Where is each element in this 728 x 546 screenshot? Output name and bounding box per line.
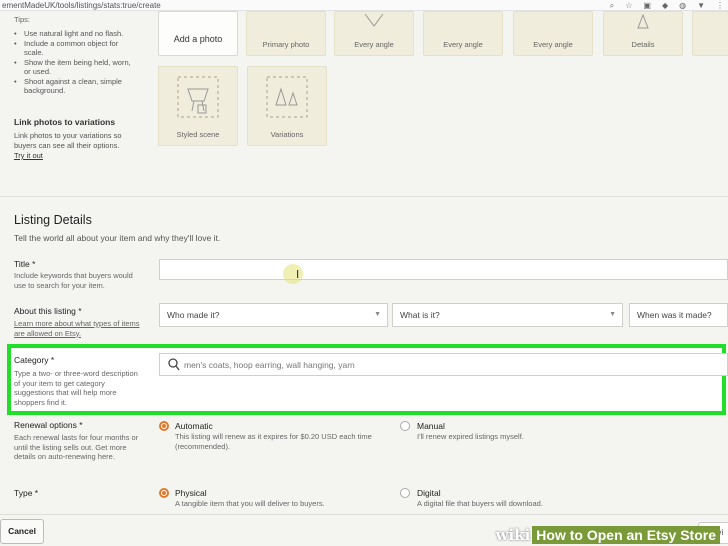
renewal-automatic-desc: This listing will renew as it expires fo…: [175, 432, 372, 451]
when-made-select[interactable]: When was it made?: [629, 303, 728, 327]
watermark-title: How to Open an Etsy Store: [532, 526, 720, 544]
category-label: Category *: [14, 355, 55, 365]
listing-details-subheading: Tell the world all about your item and w…: [14, 233, 221, 243]
who-made-it-value: Who made it?: [167, 310, 220, 320]
type-digital-label: Digital: [417, 488, 441, 498]
link-photos-text: Link photos to your variations so buyers…: [14, 131, 122, 150]
photo-slot-caption: Every angle: [443, 40, 483, 49]
variations-icon: [266, 76, 308, 118]
photo-slot-every-angle-2[interactable]: Every angle: [423, 11, 503, 56]
angle-icon: [364, 14, 384, 27]
cancel-button[interactable]: Cancel: [0, 519, 44, 544]
photo-tips: Tips: Use natural light and no flash. In…: [14, 15, 134, 96]
photo-slot-extra[interactable]: [692, 11, 728, 56]
about-learn-more-link[interactable]: Learn more about what types of items are…: [14, 319, 142, 338]
extension-icon-2[interactable]: ◆: [662, 0, 668, 11]
browser-toolbar-icons: ⌕ ☆ ▣ ◆ ◍ ▼ ⋮: [610, 0, 724, 11]
type-digital-desc: A digital file that buyers will download…: [417, 499, 543, 508]
tips-label: Tips:: [14, 15, 30, 24]
type-label: Type *: [14, 488, 39, 498]
try-it-out-link[interactable]: Try it out: [14, 151, 134, 161]
category-placeholder: men's coats, hoop earring, wall hanging,…: [184, 360, 355, 370]
photo-slot-styled-scene[interactable]: Styled scene: [158, 66, 238, 146]
photo-slot-every-angle[interactable]: Every angle: [334, 11, 414, 56]
watermark-wiki: wiki: [495, 526, 531, 544]
title-label: Title *: [14, 259, 36, 269]
photo-slot-caption: Details: [631, 40, 655, 49]
category-desc: Type a two- or three-word description of…: [14, 369, 138, 407]
renewal-automatic-radio[interactable]: [159, 421, 169, 431]
extension-icon[interactable]: ▣: [643, 0, 651, 11]
click-indicator: [283, 264, 303, 284]
photo-slot-details[interactable]: Details: [603, 11, 683, 56]
photo-slot-variations[interactable]: Variations: [247, 66, 327, 146]
photo-slot-caption: Variations: [270, 130, 304, 139]
tip-item: Use natural light and no flash.: [14, 29, 134, 39]
section-divider: [0, 196, 728, 197]
category-search-input[interactable]: men's coats, hoop earring, wall hanging,…: [159, 353, 728, 376]
tips-list: Use natural light and no flash. Include …: [14, 29, 134, 96]
photo-slot-caption: Every angle: [533, 40, 573, 49]
title-desc: Include keywords that buyers would use t…: [14, 271, 133, 290]
photo-slot-caption: Styled scene: [176, 130, 220, 139]
browser-address-bar[interactable]: ementMadeUK/tools/listings/stats:true/cr…: [0, 0, 728, 11]
styled-scene-icon: [177, 76, 219, 118]
renewal-manual-label: Manual: [417, 421, 445, 431]
tip-item: Include a common object for scale.: [14, 39, 134, 58]
type-digital-radio[interactable]: [400, 488, 410, 498]
photo-slot-caption: Every angle: [354, 40, 394, 49]
photo-slot-primary[interactable]: Primary photo: [246, 11, 326, 56]
chevron-down-icon: ▼: [609, 311, 616, 318]
tip-item: Shoot against a clean, simple background…: [14, 77, 134, 96]
type-physical-label: Physical: [175, 488, 207, 498]
star-icon[interactable]: ☆: [625, 0, 632, 11]
add-photo-button[interactable]: Add a photo: [158, 11, 238, 56]
renewal-manual-desc: I'll renew expired listings myself.: [417, 432, 524, 441]
type-physical-desc: A tangible item that you will deliver to…: [175, 499, 325, 508]
type-physical-radio[interactable]: [159, 488, 169, 498]
cone-icon: [637, 14, 649, 29]
title-input[interactable]: [159, 259, 728, 280]
what-is-it-value: What is it?: [400, 310, 440, 320]
link-photos-desc: Link photos to your variations so buyers…: [14, 131, 134, 161]
search-icon: [168, 358, 180, 371]
who-made-it-select[interactable]: Who made it? ▼: [159, 303, 388, 327]
about-label: About this listing *: [14, 306, 82, 316]
search-icon[interactable]: ⌕: [610, 0, 614, 11]
wikihow-watermark: wiki How to Open an Etsy Store: [496, 524, 720, 546]
listing-details-heading: Listing Details: [14, 213, 92, 227]
renewal-automatic-label: Automatic: [175, 421, 213, 431]
link-photos-title: Link photos to variations: [14, 117, 116, 127]
renewal-label: Renewal options *: [14, 420, 83, 430]
extension-icon-4[interactable]: ▼: [697, 0, 705, 11]
tip-item: Show the item being held, worn, or used.: [14, 58, 134, 77]
when-made-value: When was it made?: [637, 310, 712, 320]
photo-slot-caption: Primary photo: [262, 40, 310, 49]
renewal-desc: Each renewal lasts for four months or un…: [14, 433, 139, 461]
menu-icon[interactable]: ⋮: [716, 0, 724, 11]
what-is-it-select[interactable]: What is it? ▼: [392, 303, 623, 327]
extension-icon-3[interactable]: ◍: [679, 0, 686, 11]
photo-slot-every-angle-3[interactable]: Every angle: [513, 11, 593, 56]
chevron-down-icon: ▼: [374, 311, 381, 318]
renewal-manual-radio[interactable]: [400, 421, 410, 431]
add-photo-label: Add a photo: [173, 34, 223, 44]
url-text[interactable]: ementMadeUK/tools/listings/stats:true/cr…: [2, 0, 161, 11]
text-cursor-icon: I: [296, 268, 300, 281]
